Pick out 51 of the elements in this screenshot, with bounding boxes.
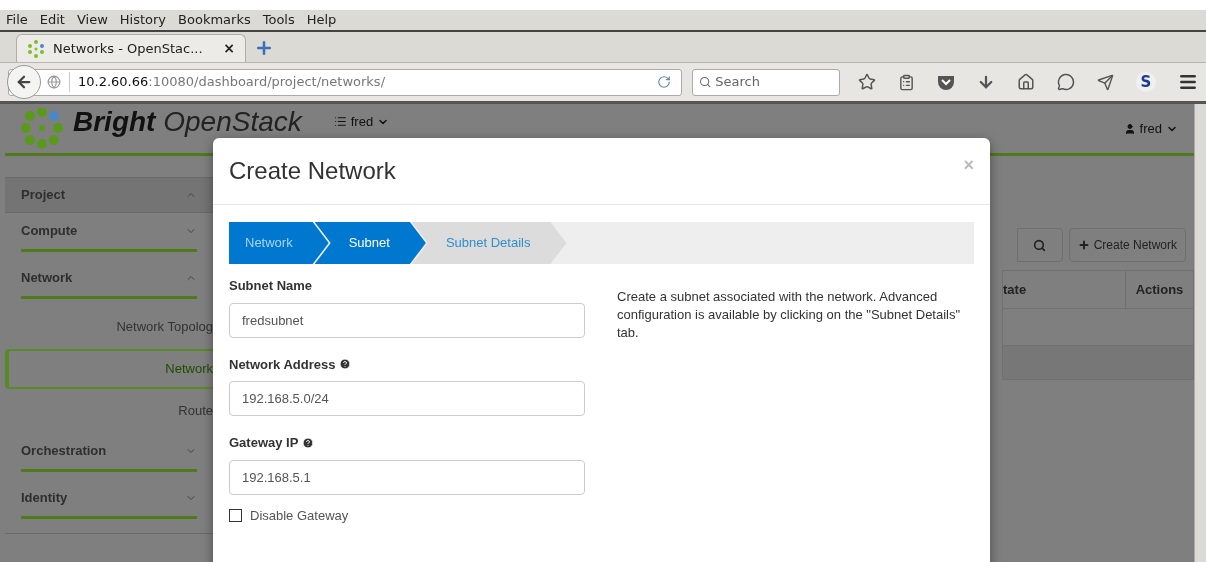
menu-item[interactable]: File — [6, 10, 28, 30]
extension-button[interactable]: S — [1136, 72, 1156, 92]
list-icon — [333, 115, 347, 128]
menu-item[interactable]: Help — [306, 10, 337, 30]
menu-item[interactable]: View — [76, 10, 108, 30]
help-icon[interactable] — [339, 358, 352, 371]
filter-search-button[interactable] — [1016, 228, 1063, 262]
pocket-icon[interactable] — [937, 74, 955, 90]
text-field[interactable]: fredsubnet — [229, 302, 585, 338]
search-input[interactable]: Search — [715, 72, 833, 92]
column-header: Actions — [1125, 271, 1193, 308]
user-icon — [1123, 122, 1136, 135]
menu-icon[interactable] — [1178, 72, 1198, 92]
send-icon[interactable] — [1097, 73, 1114, 91]
project-menu[interactable]: fred — [333, 111, 390, 132]
globe-icon — [47, 75, 61, 89]
menu-item[interactable]: History — [119, 10, 167, 30]
search-box[interactable]: Search — [692, 68, 840, 96]
logo-dots-icon — [19, 107, 65, 150]
user-menu[interactable]: fred — [1123, 118, 1178, 139]
chat-icon[interactable] — [1057, 73, 1075, 91]
scrollbar[interactable] — [1194, 104, 1206, 562]
close-tab-button[interactable]: × — [223, 38, 235, 59]
home-icon[interactable] — [1017, 73, 1035, 91]
reading-list-icon[interactable] — [898, 73, 915, 91]
reload-icon[interactable] — [657, 75, 671, 89]
field-label: Subnet Name — [229, 277, 313, 295]
back-button[interactable] — [7, 64, 41, 99]
new-tab-icon[interactable] — [254, 38, 274, 58]
field-label: Network Address — [229, 355, 336, 374]
star-icon[interactable] — [858, 73, 876, 91]
download-icon[interactable] — [977, 73, 995, 91]
dialog-title: Create Network — [229, 156, 396, 186]
menu-item[interactable]: Tools — [262, 10, 295, 30]
favicon-icon — [27, 39, 45, 58]
menu-item[interactable]: Bookmarks — [178, 10, 251, 30]
search-icon — [1033, 238, 1047, 252]
checkbox-label[interactable]: Disable Gateway — [250, 505, 349, 525]
text-field[interactable]: 192.168.5.1 — [229, 459, 585, 495]
search-icon — [699, 75, 712, 89]
menu-item[interactable]: Edit — [39, 10, 65, 30]
plus-icon — [1077, 239, 1090, 251]
column-header: tate — [1003, 280, 1028, 299]
browser-tab[interactable]: Networks - OpenStac... × — [16, 34, 246, 62]
text-field[interactable]: 192.168.5.0/24 — [229, 381, 585, 416]
brand-logo-text: Bright OpenStack — [73, 107, 302, 136]
field-label: Gateway IP — [229, 434, 299, 452]
description-text: Create a subnet associated with the network. Advanced configuration is available by clicking on the "Subnet Details" tab. — [617, 288, 962, 342]
create-network-button[interactable]: Create Network — [1068, 228, 1186, 262]
help-icon[interactable] — [302, 436, 315, 449]
checkbox[interactable] — [229, 508, 242, 522]
